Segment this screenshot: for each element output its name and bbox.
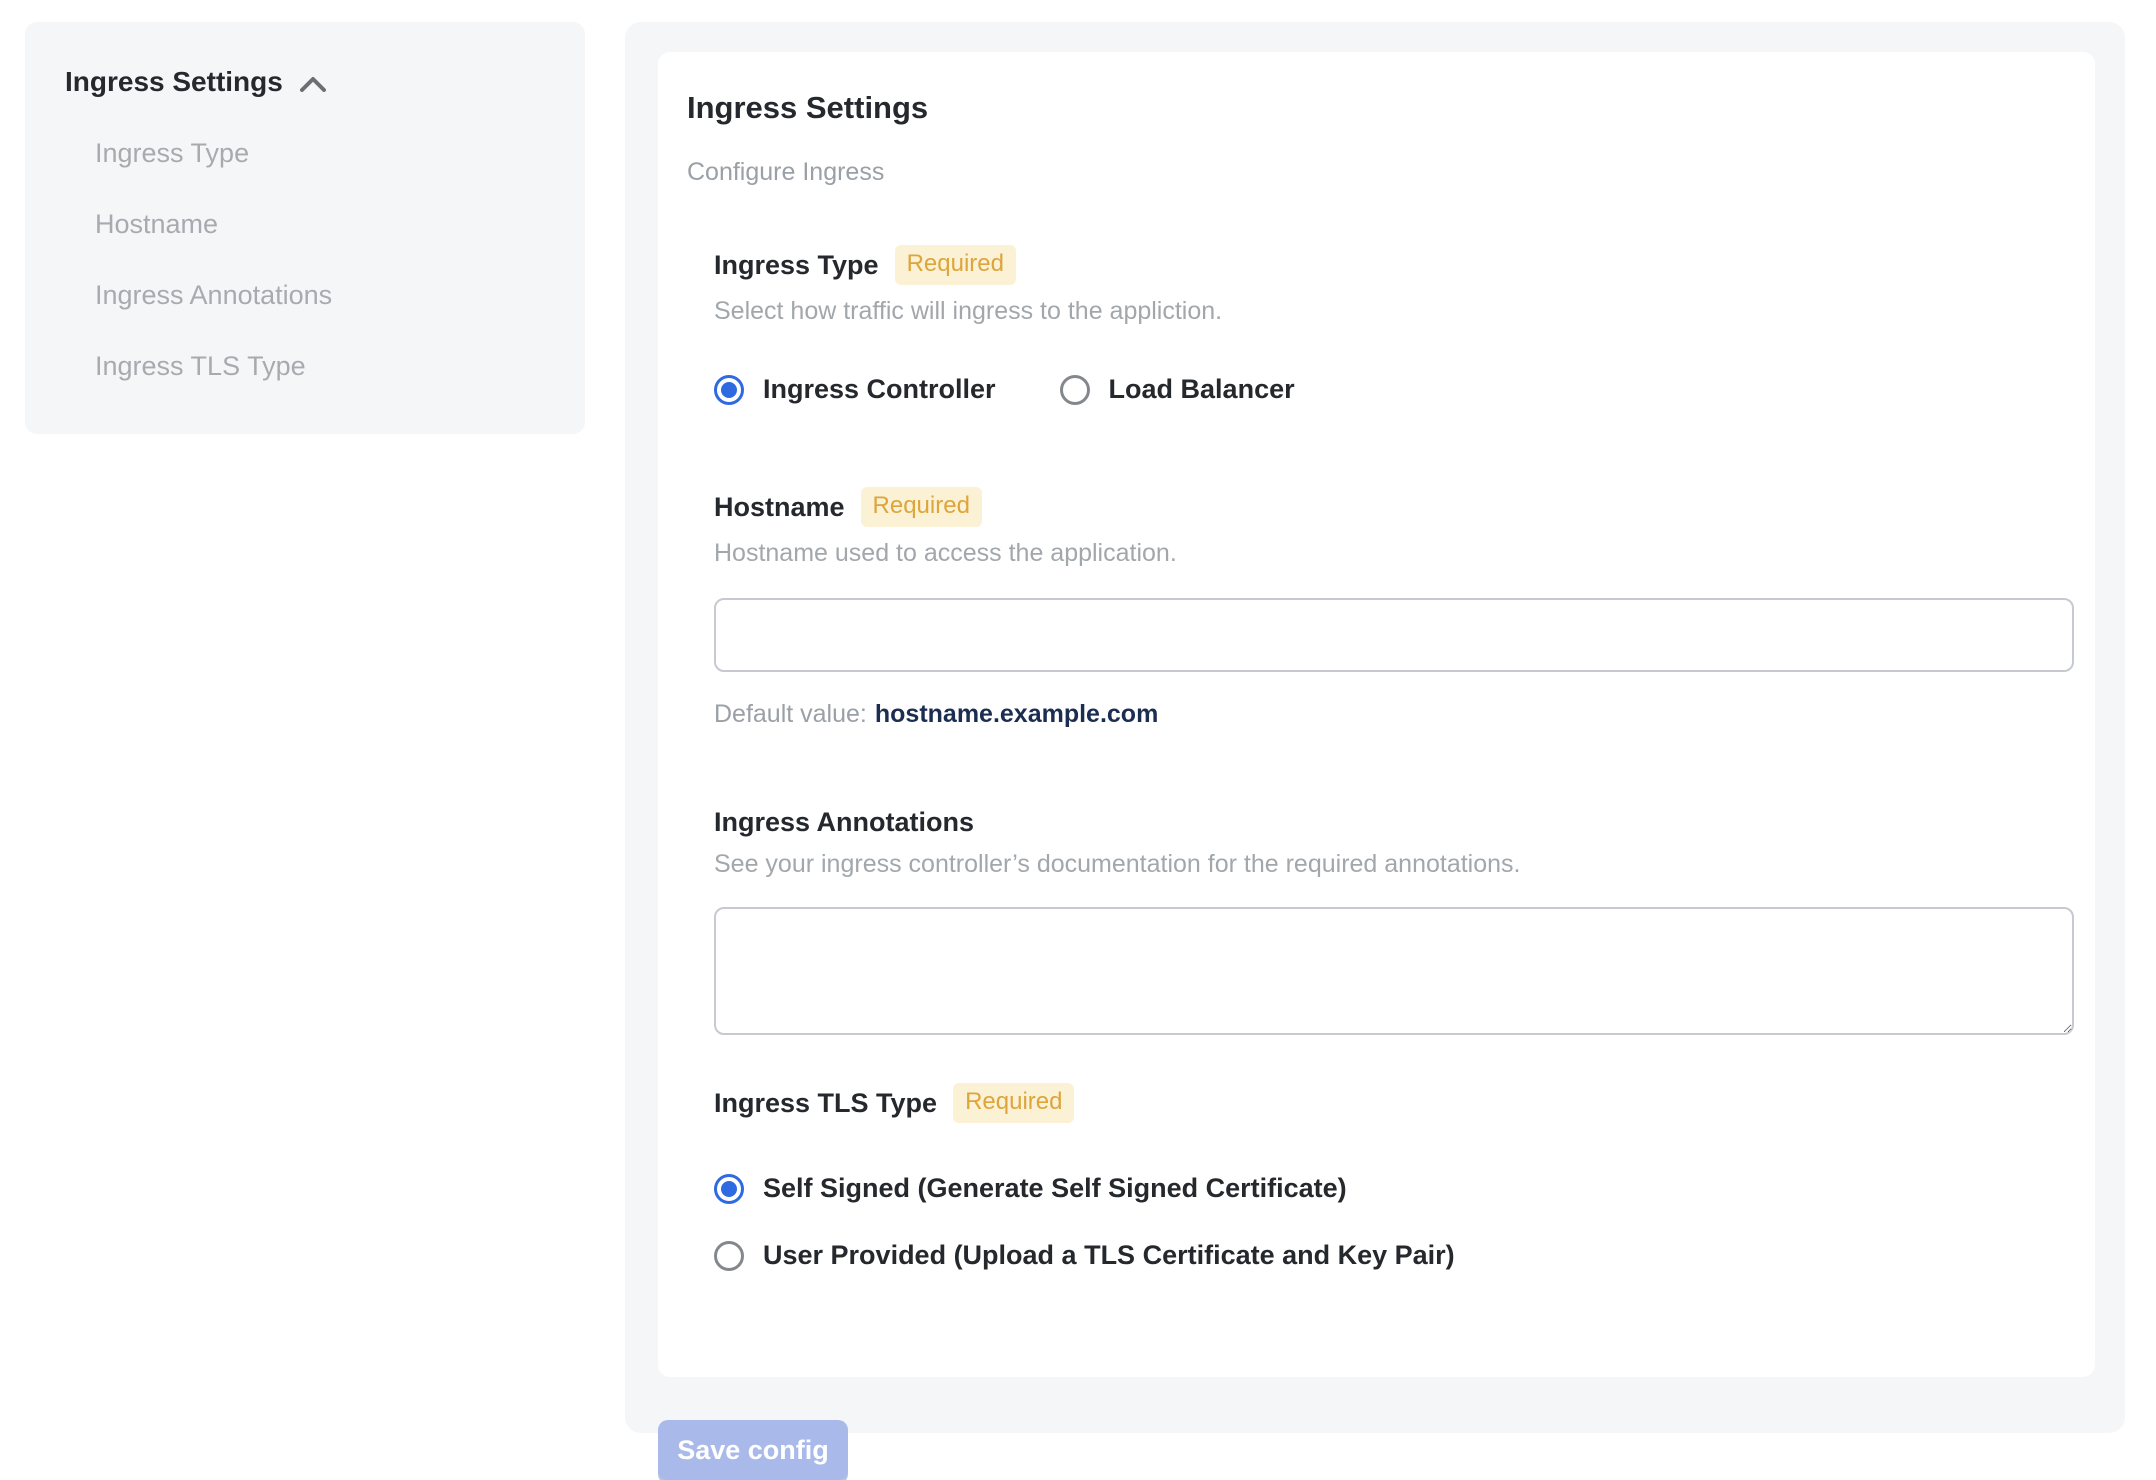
radio-option-user-provided[interactable]: User Provided (Upload a TLS Certificate … — [714, 1240, 2074, 1271]
ingress-type-description: Select how traffic will ingress to the a… — [714, 297, 1223, 325]
page-title: Ingress Settings — [687, 90, 929, 125]
radio-selected-icon[interactable] — [714, 1173, 744, 1204]
chevron-up-icon — [299, 68, 327, 100]
radio-option-load-balancer[interactable]: Load Balancer — [1059, 374, 1295, 405]
radio-label: User Provided (Upload a TLS Certificate … — [763, 1240, 1455, 1270]
hostname-label: Hostname — [714, 491, 845, 522]
default-value-label: Default value: — [714, 700, 867, 728]
sidebar-item-ingress-type[interactable]: Ingress Type — [95, 138, 545, 169]
radio-option-self-signed[interactable]: Self Signed (Generate Self Signed Certif… — [714, 1173, 2074, 1204]
section-ingress-annotations: Ingress Annotations See your ingress con… — [714, 807, 2074, 1035]
hostname-input[interactable] — [714, 598, 2074, 672]
sidebar-header-ingress-settings[interactable]: Ingress Settings — [65, 64, 545, 100]
required-badge: Required — [894, 245, 1016, 285]
section-ingress-type: Ingress Type Required Select how traffic… — [714, 245, 2074, 405]
radio-label: Self Signed (Generate Self Signed Certif… — [763, 1173, 1347, 1203]
radio-selected-icon[interactable] — [714, 374, 744, 405]
sidebar-item-ingress-tls-type[interactable]: Ingress TLS Type — [95, 351, 545, 382]
default-value-text: hostname.example.com — [874, 700, 1159, 728]
radio-option-ingress-controller[interactable]: Ingress Controller — [714, 374, 996, 405]
ingress-settings-panel: Ingress Settings Configure Ingress Ingre… — [625, 22, 2125, 1480]
sidebar-item-hostname[interactable]: Hostname — [95, 209, 545, 240]
hostname-description: Hostname used to access the application. — [714, 539, 1177, 567]
page-subtitle: Configure Ingress — [687, 158, 885, 186]
ingress-annotations-description: See your ingress controller’s documentat… — [714, 850, 1521, 878]
sidebar-item-ingress-annotations[interactable]: Ingress Annotations — [95, 280, 545, 311]
ingress-tls-type-label: Ingress TLS Type — [714, 1087, 938, 1118]
radio-unselected-icon[interactable] — [714, 1240, 744, 1271]
required-badge: Required — [953, 1083, 1075, 1123]
ingress-annotations-label: Ingress Annotations — [714, 807, 975, 837]
ingress-tls-radio-group: Self Signed (Generate Self Signed Certif… — [714, 1173, 2074, 1271]
required-badge: Required — [860, 487, 982, 527]
ingress-type-radio-group: Ingress Controller Load Balancer — [714, 374, 2074, 405]
radio-unselected-icon[interactable] — [1059, 374, 1090, 405]
ingress-settings-card: Ingress Settings Configure Ingress Ingre… — [658, 52, 2095, 1377]
section-hostname: Hostname Required Hostname used to acces… — [714, 487, 2074, 729]
radio-label: Load Balancer — [1108, 374, 1295, 404]
settings-nav-sidebar: Ingress Settings Ingress Type Hostname I… — [25, 22, 585, 434]
hostname-default-line: Default value: hostname.example.com — [714, 700, 2074, 729]
sidebar-header-label: Ingress Settings — [65, 66, 283, 97]
ingress-type-label: Ingress Type — [714, 249, 879, 280]
save-config-button[interactable]: Save config — [658, 1420, 848, 1480]
ingress-annotations-textarea[interactable] — [714, 907, 2074, 1035]
section-ingress-tls-type: Ingress TLS Type Required Self Signed (G… — [714, 1083, 2074, 1271]
form-sections: Ingress Type Required Select how traffic… — [687, 245, 2074, 1271]
radio-label: Ingress Controller — [763, 374, 996, 404]
sidebar-item-list: Ingress Type Hostname Ingress Annotation… — [65, 138, 545, 382]
